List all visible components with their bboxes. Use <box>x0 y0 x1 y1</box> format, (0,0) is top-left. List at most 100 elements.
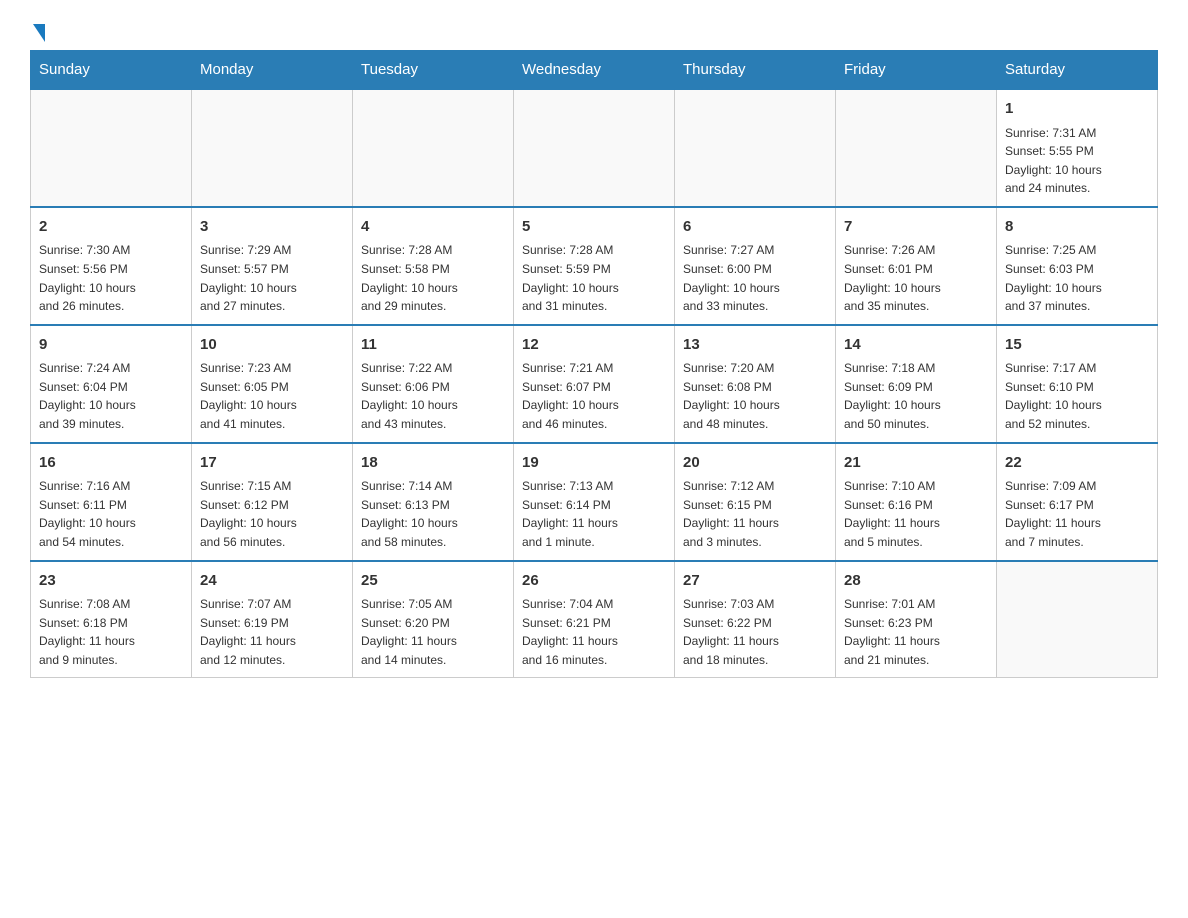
day-number: 25 <box>361 570 505 593</box>
calendar-day-cell <box>997 561 1158 678</box>
day-info: Sunrise: 7:28 AM Sunset: 5:59 PM Dayligh… <box>522 241 666 315</box>
calendar-day-cell: 20Sunrise: 7:12 AM Sunset: 6:15 PM Dayli… <box>675 443 836 561</box>
day-number: 6 <box>683 216 827 239</box>
day-info: Sunrise: 7:30 AM Sunset: 5:56 PM Dayligh… <box>39 241 183 315</box>
weekday-header-saturday: Saturday <box>997 51 1158 90</box>
calendar-day-cell <box>192 89 353 207</box>
day-info: Sunrise: 7:25 AM Sunset: 6:03 PM Dayligh… <box>1005 241 1149 315</box>
day-number: 28 <box>844 570 988 593</box>
day-number: 27 <box>683 570 827 593</box>
day-info: Sunrise: 7:22 AM Sunset: 6:06 PM Dayligh… <box>361 359 505 433</box>
day-number: 22 <box>1005 452 1149 475</box>
weekday-header-tuesday: Tuesday <box>353 51 514 90</box>
calendar-day-cell: 11Sunrise: 7:22 AM Sunset: 6:06 PM Dayli… <box>353 325 514 443</box>
day-number: 20 <box>683 452 827 475</box>
calendar-day-cell: 9Sunrise: 7:24 AM Sunset: 6:04 PM Daylig… <box>31 325 192 443</box>
day-info: Sunrise: 7:04 AM Sunset: 6:21 PM Dayligh… <box>522 595 666 669</box>
day-info: Sunrise: 7:09 AM Sunset: 6:17 PM Dayligh… <box>1005 477 1149 551</box>
calendar-day-cell: 22Sunrise: 7:09 AM Sunset: 6:17 PM Dayli… <box>997 443 1158 561</box>
day-info: Sunrise: 7:18 AM Sunset: 6:09 PM Dayligh… <box>844 359 988 433</box>
calendar-day-cell <box>836 89 997 207</box>
page-header <box>30 20 1158 40</box>
calendar-day-cell: 3Sunrise: 7:29 AM Sunset: 5:57 PM Daylig… <box>192 207 353 325</box>
day-info: Sunrise: 7:13 AM Sunset: 6:14 PM Dayligh… <box>522 477 666 551</box>
day-number: 12 <box>522 334 666 357</box>
calendar-day-cell: 15Sunrise: 7:17 AM Sunset: 6:10 PM Dayli… <box>997 325 1158 443</box>
calendar-day-cell <box>514 89 675 207</box>
calendar-week-row: 23Sunrise: 7:08 AM Sunset: 6:18 PM Dayli… <box>31 561 1158 678</box>
logo <box>30 20 45 40</box>
calendar-day-cell: 24Sunrise: 7:07 AM Sunset: 6:19 PM Dayli… <box>192 561 353 678</box>
calendar-week-row: 1 Sunrise: 7:31 AM Sunset: 5:55 PM Daylig… <box>31 89 1158 207</box>
day-number: 4 <box>361 216 505 239</box>
day-number: 23 <box>39 570 183 593</box>
day-number: 13 <box>683 334 827 357</box>
calendar-day-cell: 4Sunrise: 7:28 AM Sunset: 5:58 PM Daylig… <box>353 207 514 325</box>
day-number: 1 <box>1005 98 1149 121</box>
day-info: Sunrise: 7:10 AM Sunset: 6:16 PM Dayligh… <box>844 477 988 551</box>
day-number: 8 <box>1005 216 1149 239</box>
day-number: 2 <box>39 216 183 239</box>
calendar-day-cell: 8Sunrise: 7:25 AM Sunset: 6:03 PM Daylig… <box>997 207 1158 325</box>
weekday-header-friday: Friday <box>836 51 997 90</box>
day-number: 5 <box>522 216 666 239</box>
calendar-day-cell: 28Sunrise: 7:01 AM Sunset: 6:23 PM Dayli… <box>836 561 997 678</box>
day-info: Sunrise: 7:20 AM Sunset: 6:08 PM Dayligh… <box>683 359 827 433</box>
calendar-day-cell: 13Sunrise: 7:20 AM Sunset: 6:08 PM Dayli… <box>675 325 836 443</box>
day-number: 21 <box>844 452 988 475</box>
weekday-header-monday: Monday <box>192 51 353 90</box>
day-number: 17 <box>200 452 344 475</box>
calendar-day-cell: 5Sunrise: 7:28 AM Sunset: 5:59 PM Daylig… <box>514 207 675 325</box>
day-info: Sunrise: 7:05 AM Sunset: 6:20 PM Dayligh… <box>361 595 505 669</box>
day-number: 7 <box>844 216 988 239</box>
calendar-day-cell: 21Sunrise: 7:10 AM Sunset: 6:16 PM Dayli… <box>836 443 997 561</box>
calendar-day-cell: 16Sunrise: 7:16 AM Sunset: 6:11 PM Dayli… <box>31 443 192 561</box>
day-number: 19 <box>522 452 666 475</box>
day-info: Sunrise: 7:24 AM Sunset: 6:04 PM Dayligh… <box>39 359 183 433</box>
calendar-day-cell: 23Sunrise: 7:08 AM Sunset: 6:18 PM Dayli… <box>31 561 192 678</box>
calendar-day-cell: 19Sunrise: 7:13 AM Sunset: 6:14 PM Dayli… <box>514 443 675 561</box>
day-info: Sunrise: 7:07 AM Sunset: 6:19 PM Dayligh… <box>200 595 344 669</box>
calendar-week-row: 2Sunrise: 7:30 AM Sunset: 5:56 PM Daylig… <box>31 207 1158 325</box>
calendar-day-cell: 2Sunrise: 7:30 AM Sunset: 5:56 PM Daylig… <box>31 207 192 325</box>
day-number: 3 <box>200 216 344 239</box>
day-info: Sunrise: 7:01 AM Sunset: 6:23 PM Dayligh… <box>844 595 988 669</box>
logo-arrow-icon <box>33 24 45 42</box>
calendar-day-cell: 1 Sunrise: 7:31 AM Sunset: 5:55 PM Daylig… <box>997 89 1158 207</box>
calendar-day-cell: 26Sunrise: 7:04 AM Sunset: 6:21 PM Dayli… <box>514 561 675 678</box>
calendar-day-cell <box>675 89 836 207</box>
day-info: Sunrise: 7:14 AM Sunset: 6:13 PM Dayligh… <box>361 477 505 551</box>
weekday-header-wednesday: Wednesday <box>514 51 675 90</box>
day-number: 14 <box>844 334 988 357</box>
day-info: Sunrise: 7:31 AM Sunset: 5:55 PM Dayligh… <box>1005 124 1149 198</box>
calendar-day-cell: 17Sunrise: 7:15 AM Sunset: 6:12 PM Dayli… <box>192 443 353 561</box>
calendar-day-cell: 12Sunrise: 7:21 AM Sunset: 6:07 PM Dayli… <box>514 325 675 443</box>
day-number: 15 <box>1005 334 1149 357</box>
weekday-header-row: SundayMondayTuesdayWednesdayThursdayFrid… <box>31 51 1158 90</box>
calendar-day-cell <box>31 89 192 207</box>
day-info: Sunrise: 7:03 AM Sunset: 6:22 PM Dayligh… <box>683 595 827 669</box>
calendar-table: SundayMondayTuesdayWednesdayThursdayFrid… <box>30 50 1158 678</box>
day-info: Sunrise: 7:08 AM Sunset: 6:18 PM Dayligh… <box>39 595 183 669</box>
day-number: 10 <box>200 334 344 357</box>
calendar-day-cell: 10Sunrise: 7:23 AM Sunset: 6:05 PM Dayli… <box>192 325 353 443</box>
day-number: 18 <box>361 452 505 475</box>
day-info: Sunrise: 7:28 AM Sunset: 5:58 PM Dayligh… <box>361 241 505 315</box>
calendar-week-row: 9Sunrise: 7:24 AM Sunset: 6:04 PM Daylig… <box>31 325 1158 443</box>
day-info: Sunrise: 7:17 AM Sunset: 6:10 PM Dayligh… <box>1005 359 1149 433</box>
day-number: 26 <box>522 570 666 593</box>
day-number: 16 <box>39 452 183 475</box>
weekday-header-thursday: Thursday <box>675 51 836 90</box>
calendar-day-cell: 18Sunrise: 7:14 AM Sunset: 6:13 PM Dayli… <box>353 443 514 561</box>
day-info: Sunrise: 7:15 AM Sunset: 6:12 PM Dayligh… <box>200 477 344 551</box>
weekday-header-sunday: Sunday <box>31 51 192 90</box>
calendar-day-cell: 7Sunrise: 7:26 AM Sunset: 6:01 PM Daylig… <box>836 207 997 325</box>
day-number: 9 <box>39 334 183 357</box>
day-info: Sunrise: 7:23 AM Sunset: 6:05 PM Dayligh… <box>200 359 344 433</box>
day-info: Sunrise: 7:29 AM Sunset: 5:57 PM Dayligh… <box>200 241 344 315</box>
day-info: Sunrise: 7:21 AM Sunset: 6:07 PM Dayligh… <box>522 359 666 433</box>
calendar-day-cell <box>353 89 514 207</box>
day-info: Sunrise: 7:27 AM Sunset: 6:00 PM Dayligh… <box>683 241 827 315</box>
day-info: Sunrise: 7:26 AM Sunset: 6:01 PM Dayligh… <box>844 241 988 315</box>
calendar-week-row: 16Sunrise: 7:16 AM Sunset: 6:11 PM Dayli… <box>31 443 1158 561</box>
